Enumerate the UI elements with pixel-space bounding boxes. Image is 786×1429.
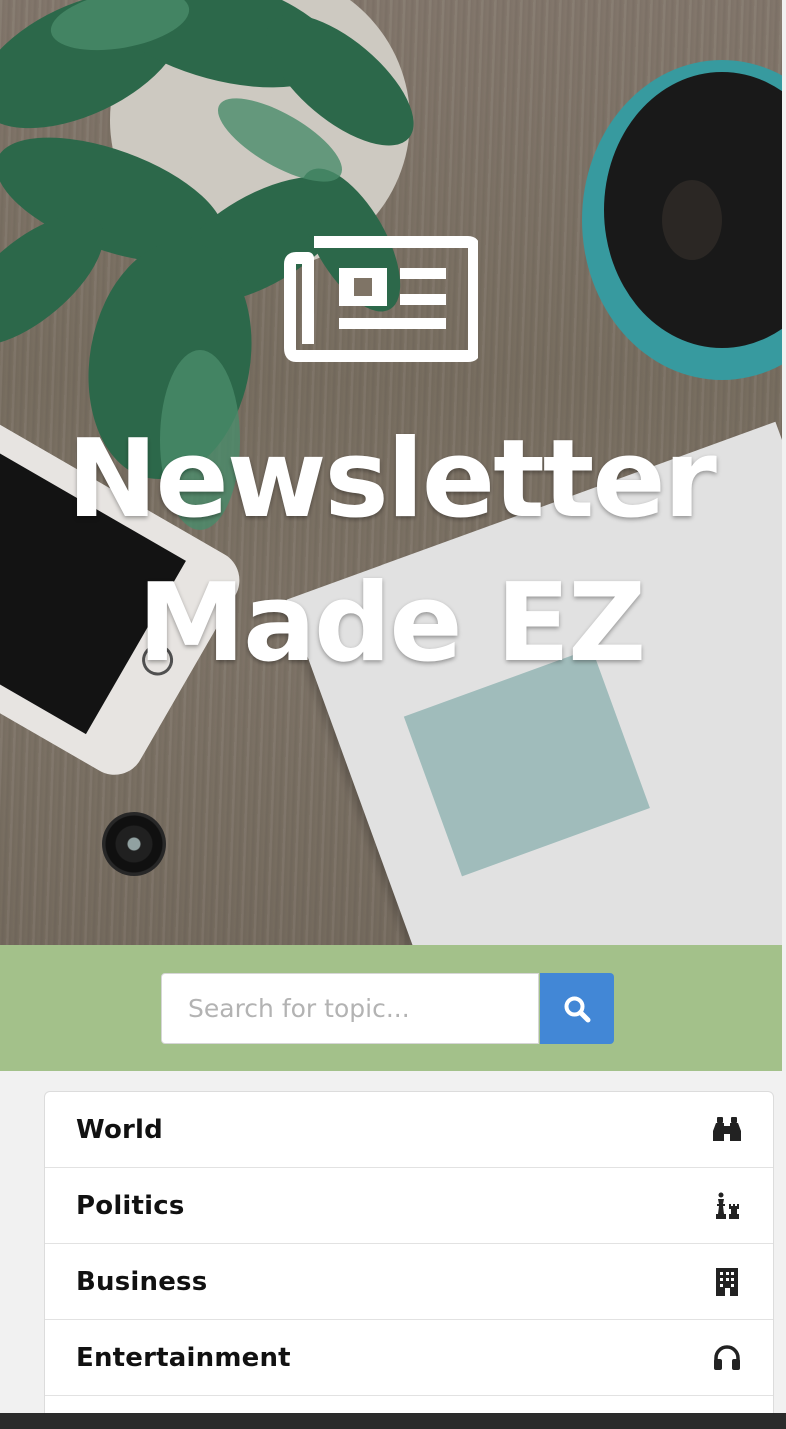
headphones-icon [713,1344,741,1372]
topic-item-entertainment[interactable]: Entertainment [45,1320,773,1396]
binoculars-icon [713,1116,741,1144]
search-input[interactable] [161,973,539,1044]
title-line-1: Newsletter [67,417,717,542]
topic-list: World Politics Business Entertainment [44,1091,774,1421]
newspaper-icon [284,236,478,362]
topic-item-politics[interactable]: Politics [45,1168,773,1244]
title-line-2: Made EZ [137,561,647,686]
topic-item-business[interactable]: Business [45,1244,773,1320]
bottom-bar [0,1413,786,1429]
chess-icon [713,1192,741,1220]
building-icon [713,1267,741,1296]
topic-label: Business [76,1266,208,1297]
hero-banner: Newsletter Made EZ [0,0,782,945]
search-button[interactable] [540,973,614,1044]
topic-label: World [76,1114,163,1145]
topic-item-world[interactable]: World [45,1092,773,1168]
page-title: Newsletter Made EZ [0,408,782,696]
topic-label: Politics [76,1190,185,1221]
search-icon [564,996,591,1022]
topic-label: Entertainment [76,1342,291,1373]
